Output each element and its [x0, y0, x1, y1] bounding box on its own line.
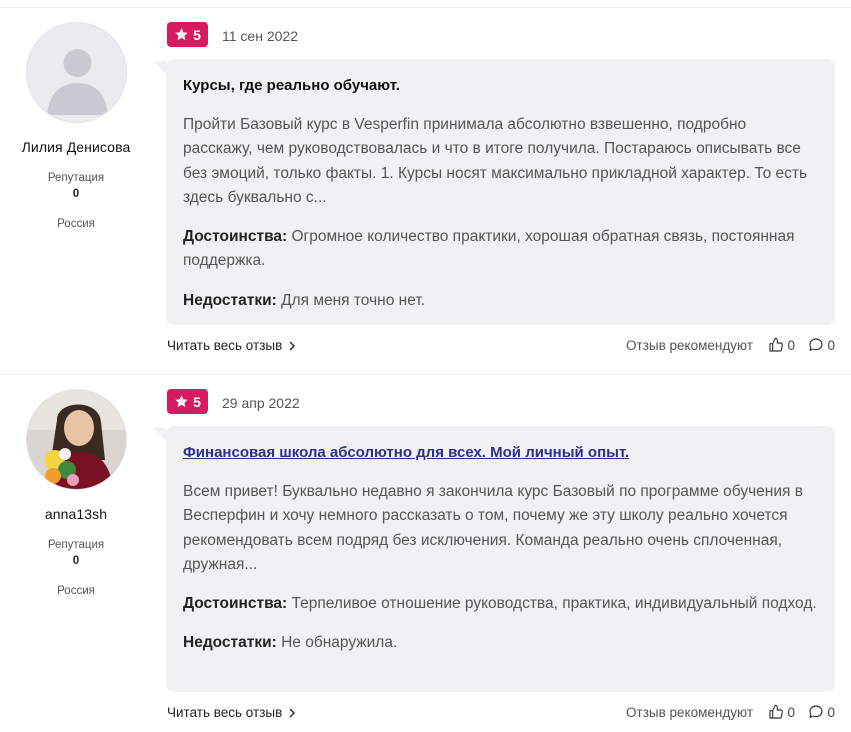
review-pros: Достоинства: Огромное количество практик…	[183, 225, 818, 274]
review-card: Лилия Денисова Репутация 0 Россия 5 11 с…	[0, 8, 851, 372]
read-full-review-link[interactable]: Читать весь отзыв	[167, 338, 296, 353]
pros-text: Терпеливое отношение руководства, практи…	[291, 595, 817, 613]
like-count: 0	[787, 704, 795, 720]
review-footer: Читать весь отзыв Отзыв рекомендуют 0 0	[166, 338, 835, 358]
review-cons: Недостатки: Не обнаружила.	[183, 631, 818, 655]
reputation-label: Репутация	[47, 539, 105, 551]
pros-label: Достоинства:	[183, 595, 288, 613]
like-button[interactable]: 0	[768, 337, 795, 353]
star-icon	[175, 28, 188, 41]
comments-button[interactable]: 0	[808, 704, 835, 720]
comment-count: 0	[827, 704, 835, 720]
review-text: Всем привет! Буквально недавно я закончи…	[183, 483, 803, 573]
rating-badge: 5	[167, 389, 208, 414]
rating-badge: 5	[167, 22, 208, 47]
default-avatar-icon[interactable]	[26, 22, 127, 123]
cons-label: Недостатки:	[183, 291, 277, 309]
reputation-label: Репутация	[47, 172, 105, 184]
star-icon	[175, 395, 188, 408]
comment-icon	[809, 338, 824, 351]
like-count: 0	[787, 337, 795, 353]
recommend-label: Отзыв рекомендуют	[626, 338, 753, 353]
review-body: Курсы, где реально обучают. Пройти Базов…	[153, 59, 835, 325]
author-name[interactable]: Лилия Денисова	[0, 139, 152, 155]
author-name[interactable]: anna13sh	[0, 506, 152, 522]
comment-icon	[809, 705, 824, 718]
review-body: Финансовая школа абсолютно для всех. Мой…	[153, 426, 835, 692]
reputation-value: 0	[72, 555, 80, 567]
thumbs-up-icon	[769, 704, 784, 719]
read-full-review-link[interactable]: Читать весь отзыв	[167, 705, 296, 720]
cons-text: Не обнаружила.	[281, 634, 398, 652]
comment-count: 0	[827, 337, 835, 353]
user-photo-avatar[interactable]	[26, 389, 127, 490]
review-card: anna13sh Репутация 0 Россия 5 29 апр 202…	[0, 374, 851, 732]
rating-value: 5	[193, 393, 201, 410]
pros-label: Достоинства:	[183, 228, 288, 246]
review-footer: Читать весь отзыв Отзыв рекомендуют 0 0	[166, 705, 835, 725]
review-date: 29 апр 2022	[222, 395, 300, 411]
comments-button[interactable]: 0	[808, 337, 835, 353]
thumbs-up-icon	[769, 337, 784, 352]
read-more-label: Читать весь отзыв	[167, 705, 283, 720]
chevron-right-icon	[289, 340, 296, 351]
review-title: Курсы, где реально обучают.	[183, 77, 400, 94]
chevron-right-icon	[289, 707, 296, 718]
review-date: 11 сен 2022	[222, 28, 298, 44]
review-text: Пройти Базовый курс в Vesperfin принимал…	[183, 116, 808, 206]
rating-value: 5	[193, 26, 201, 43]
review-cons: Недостатки: Для меня точно нет.	[183, 289, 818, 313]
cons-label: Недостатки:	[183, 634, 277, 652]
review-pros: Достоинства: Терпеливое отношение руково…	[183, 592, 818, 616]
author-country: Россия	[57, 585, 95, 597]
author-country: Россия	[57, 218, 95, 230]
read-more-label: Читать весь отзыв	[167, 338, 283, 353]
recommend-label: Отзыв рекомендуют	[626, 705, 753, 720]
like-button[interactable]: 0	[768, 704, 795, 720]
review-title-link[interactable]: Финансовая школа абсолютно для всех. Мой…	[183, 443, 818, 463]
reputation-value: 0	[72, 188, 80, 200]
cons-text: Для меня точно нет.	[281, 291, 426, 309]
